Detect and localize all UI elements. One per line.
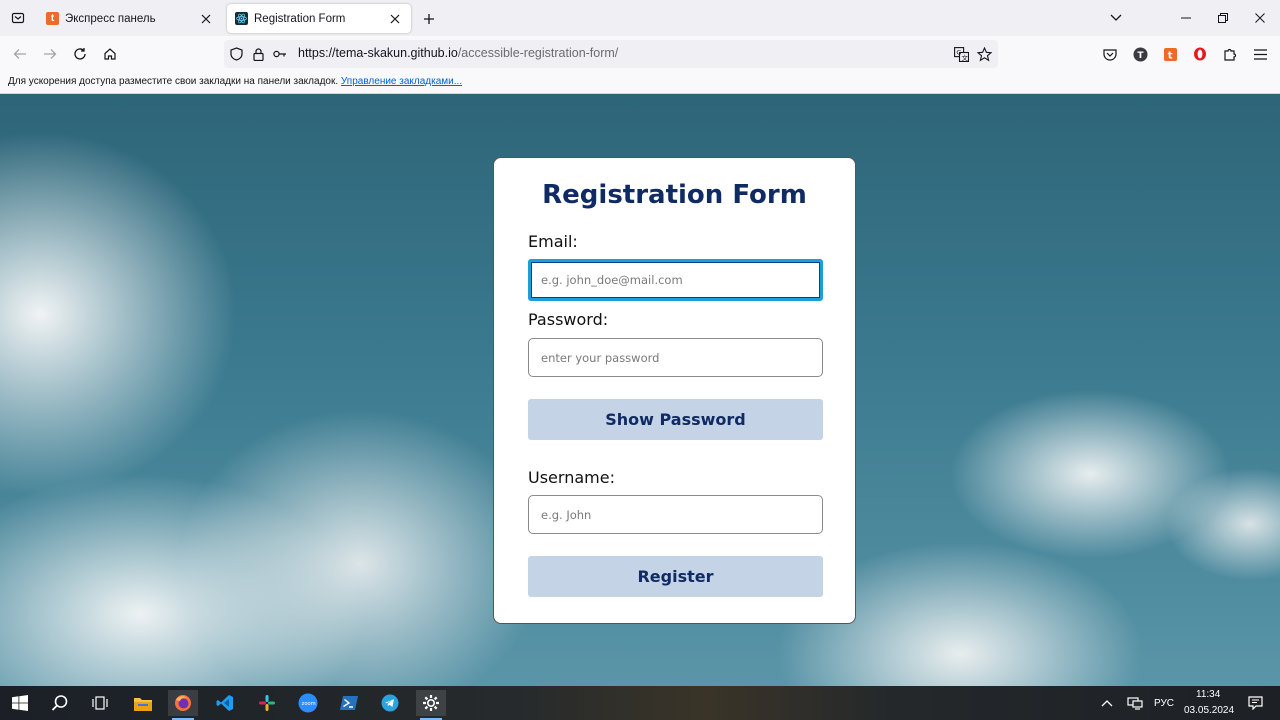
- reload-icon[interactable]: [68, 42, 92, 66]
- pocket-icon[interactable]: [1100, 44, 1120, 64]
- settings-icon[interactable]: [416, 690, 446, 720]
- extensions-puzzle-icon[interactable]: [1220, 44, 1240, 64]
- restore-icon[interactable]: [1211, 6, 1235, 30]
- bookmark-star-icon[interactable]: [976, 46, 992, 62]
- forward-arrow-icon[interactable]: [38, 42, 62, 66]
- registration-form-card: Registration Form Email: Password: Show …: [493, 157, 856, 624]
- back-arrow-icon[interactable]: [8, 42, 32, 66]
- url-host: https://tema-skakun.github.io: [298, 46, 458, 60]
- express-panel-extension-icon[interactable]: t: [1160, 44, 1180, 64]
- register-button[interactable]: Register: [528, 556, 823, 597]
- tab-registration-form[interactable]: Registration Form: [227, 4, 411, 33]
- tab-express-panel[interactable]: t Экспресс панель: [38, 4, 222, 33]
- navigation-toolbar: https://tema-skakun.github.io/accessible…: [0, 36, 1280, 72]
- hamburger-menu-icon[interactable]: [1250, 44, 1270, 64]
- email-input[interactable]: [528, 259, 823, 301]
- file-explorer-icon[interactable]: [128, 690, 158, 716]
- firefox-icon[interactable]: [168, 690, 198, 720]
- tab-list-icon[interactable]: [6, 6, 30, 30]
- password-label: Password:: [528, 310, 609, 329]
- password-input[interactable]: [528, 338, 823, 377]
- email-label: Email:: [528, 232, 578, 251]
- svg-text:文: 文: [961, 52, 968, 61]
- task-view-icon[interactable]: [85, 690, 115, 716]
- react-icon: [235, 12, 248, 25]
- tab-title: Экспресс панель: [65, 12, 156, 25]
- list-all-tabs-chevron-icon[interactable]: [1104, 6, 1128, 30]
- svg-text:T: T: [1137, 51, 1144, 61]
- zoom-logo-text: zoom: [302, 701, 316, 707]
- username-label: Username:: [528, 468, 615, 487]
- opera-o-icon[interactable]: [1190, 44, 1210, 64]
- manage-bookmarks-link[interactable]: Управление закладками...: [341, 76, 462, 87]
- minimize-icon[interactable]: [1174, 6, 1198, 30]
- zoom-icon[interactable]: zoom: [293, 690, 323, 716]
- close-window-icon[interactable]: [1248, 6, 1272, 30]
- clock-date[interactable]: 03.05.2024: [1184, 705, 1234, 716]
- windows-start-icon[interactable]: [5, 690, 35, 716]
- form-title: Registration Form: [542, 180, 807, 210]
- bookmarks-empty-message: Для ускорения доступа разместите свои за…: [8, 76, 339, 87]
- show-password-button[interactable]: Show Password: [528, 399, 823, 440]
- tracking-protection-shield-icon[interactable]: [228, 46, 244, 62]
- account-avatar-icon[interactable]: T: [1130, 44, 1150, 64]
- bookmarks-toolbar: Для ускорения доступа разместите свои за…: [0, 72, 1280, 94]
- powershell-icon[interactable]: [334, 690, 364, 716]
- svg-text:t: t: [1167, 50, 1172, 61]
- network-icon[interactable]: [1122, 690, 1148, 716]
- url-path: /accessible-registration-form/: [457, 46, 619, 60]
- input-language-indicator[interactable]: РУС: [1154, 698, 1174, 709]
- translate-icon[interactable]: G文: [953, 46, 969, 62]
- address-bar[interactable]: https://tema-skakun.github.io/accessible…: [224, 40, 998, 68]
- username-input[interactable]: [528, 495, 823, 534]
- tab-bar: t Экспресс панель Registration Form: [0, 0, 1280, 36]
- express-panel-favicon-icon: t: [46, 12, 59, 25]
- windows-taskbar: zoom РУС 11:34 03.05.2024: [0, 686, 1280, 720]
- show-hidden-icons-chevron-icon[interactable]: [1094, 690, 1120, 716]
- url-text[interactable]: https://tema-skakun.github.io/accessible…: [298, 46, 618, 60]
- tab-title: Registration Form: [254, 12, 346, 25]
- home-icon[interactable]: [98, 42, 122, 66]
- close-tab-icon[interactable]: [198, 11, 214, 27]
- telegram-icon[interactable]: [375, 690, 405, 716]
- notifications-icon[interactable]: [1242, 690, 1268, 716]
- search-icon[interactable]: [45, 690, 75, 716]
- permissions-key-icon[interactable]: [272, 46, 288, 62]
- close-tab-icon[interactable]: [387, 11, 403, 27]
- vscode-icon[interactable]: [210, 690, 240, 716]
- page-background-sky: Registration Form Email: Password: Show …: [0, 94, 1280, 686]
- slack-icon[interactable]: [252, 690, 282, 716]
- lock-icon[interactable]: [250, 46, 266, 62]
- new-tab-icon[interactable]: [418, 8, 440, 30]
- clock-time[interactable]: 11:34: [1196, 689, 1220, 700]
